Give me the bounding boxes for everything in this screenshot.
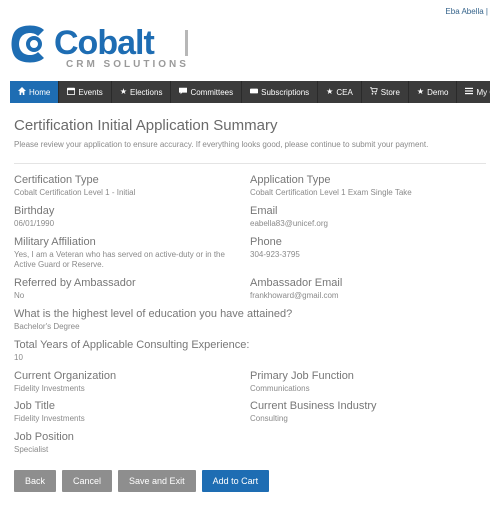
- label-position: Job Position: [14, 431, 242, 443]
- nav-label: Events: [78, 88, 102, 97]
- nav-events[interactable]: Events: [59, 81, 111, 103]
- label-cert-type: Certification Type: [14, 174, 242, 186]
- nav-store[interactable]: Store: [362, 81, 409, 103]
- value-experience: 10: [14, 353, 478, 364]
- label-email: Email: [250, 205, 478, 217]
- label-org: Current Organization: [14, 370, 242, 382]
- label-birthday: Birthday: [14, 205, 242, 217]
- value-industry: Consulting: [250, 414, 478, 425]
- comment-icon: [179, 87, 187, 97]
- brand-main: Cobalt: [54, 24, 154, 62]
- label-app-type: Application Type: [250, 174, 478, 186]
- nav-cea[interactable]: ★ CEA: [318, 81, 362, 103]
- nav-elections[interactable]: ★ Elections: [112, 81, 172, 103]
- nav-demo[interactable]: ★ Demo: [409, 81, 458, 103]
- label-referred: Referred by Ambassador: [14, 277, 242, 289]
- nav-label: Subscriptions: [261, 88, 309, 97]
- calendar-icon: [67, 87, 75, 97]
- value-position: Specialist: [14, 445, 242, 456]
- label-job-function: Primary Job Function: [250, 370, 478, 382]
- list-icon: [465, 87, 473, 97]
- save-exit-button[interactable]: Save and Exit: [118, 470, 196, 492]
- value-education: Bachelor's Degree: [14, 322, 478, 333]
- nav-subscriptions[interactable]: Subscriptions: [242, 81, 318, 103]
- divider: [14, 163, 486, 164]
- value-job-title: Fidelity Investments: [14, 414, 242, 425]
- nav-label: CEA: [336, 88, 352, 97]
- label-military: Military Affiliation: [14, 236, 242, 248]
- nav-label: Elections: [130, 88, 162, 97]
- value-cert-type: Cobalt Certification Level 1 - Initial: [14, 188, 242, 199]
- star-icon: ★: [417, 88, 424, 96]
- label-phone: Phone: [250, 236, 478, 248]
- value-phone: 304-923-3795: [250, 250, 478, 261]
- nav-my-orders[interactable]: My Orders: [457, 81, 500, 103]
- value-birthday: 06/01/1990: [14, 219, 242, 230]
- cancel-button[interactable]: Cancel: [62, 470, 112, 492]
- label-education: What is the highest level of education y…: [14, 308, 478, 320]
- brand-sub: CRM SOLUTIONS: [66, 59, 189, 70]
- nav-home[interactable]: Home: [10, 81, 59, 103]
- value-amb-email: frankhoward@gmail.com: [250, 291, 478, 302]
- value-email: eabella83@unicef.org: [250, 219, 478, 230]
- nav-label: Committees: [190, 88, 233, 97]
- value-referred: No: [14, 291, 242, 302]
- add-to-cart-button[interactable]: Add to Cart: [202, 470, 270, 492]
- nav-label: Demo: [427, 88, 448, 97]
- star-icon: ★: [120, 88, 127, 96]
- user-link[interactable]: Eba Abella: [445, 7, 483, 16]
- label-amb-email: Ambassador Email: [250, 277, 478, 289]
- brand-logo: Cobalt CRM SOLUTIONS: [10, 16, 490, 81]
- cart-icon: [370, 87, 378, 97]
- nav-committees[interactable]: Committees: [171, 81, 242, 103]
- back-button[interactable]: Back: [14, 470, 56, 492]
- main-nav: Home Events ★ Elections Committees Subsc…: [10, 81, 490, 103]
- value-org: Fidelity Investments: [14, 384, 242, 395]
- label-industry: Current Business Industry: [250, 400, 478, 412]
- label-job-title: Job Title: [14, 400, 242, 412]
- subs-icon: [250, 87, 258, 97]
- page-instruction: Please review your application to ensure…: [14, 140, 486, 149]
- value-job-function: Communications: [250, 384, 478, 395]
- nav-label: Home: [29, 88, 50, 97]
- nav-label: Store: [381, 88, 400, 97]
- page-title: Certification Initial Application Summar…: [14, 117, 486, 134]
- nav-label: My Orders: [476, 88, 500, 97]
- star-icon: ★: [326, 88, 333, 96]
- value-military: Yes, I am a Veteran who has served on ac…: [14, 250, 242, 272]
- topbar-sep: |: [486, 7, 488, 16]
- value-app-type: Cobalt Certification Level 1 Exam Single…: [250, 188, 478, 199]
- home-icon: [18, 87, 26, 97]
- label-experience: Total Years of Applicable Consulting Exp…: [14, 339, 478, 351]
